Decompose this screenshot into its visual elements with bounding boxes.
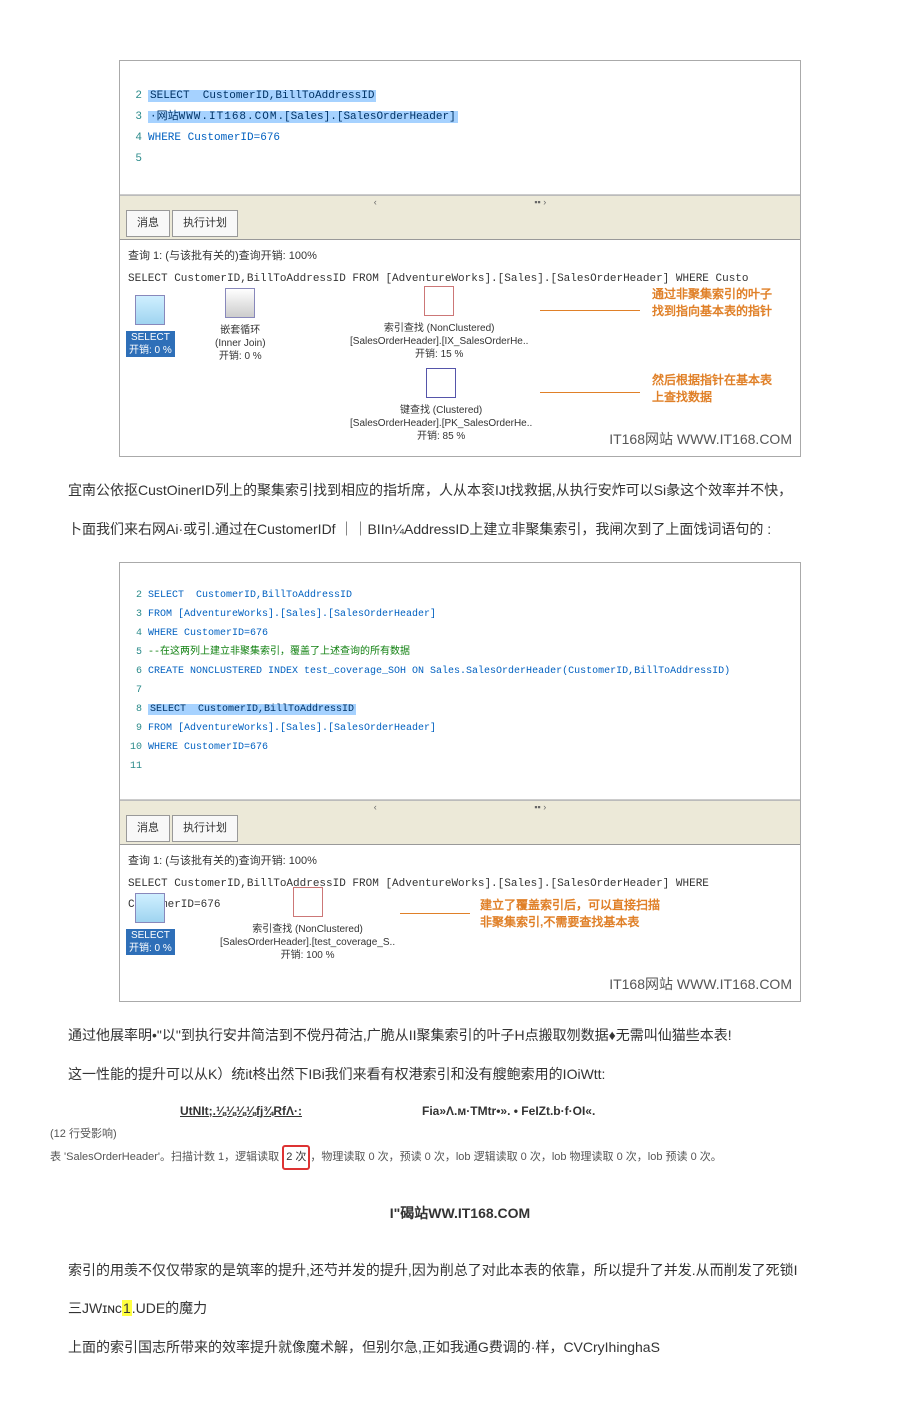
sql-plan-screenshot-2: 2SELECT CustomerID,BillToAddressID 3FROM… <box>119 562 801 1002</box>
index-seek-icon <box>424 286 454 316</box>
plan-node-select: SELECT 开销: 0 % <box>126 893 175 955</box>
plan-node-index-seek: 索引查找 (NonClustered) [SalesOrderHeader].[… <box>220 887 395 962</box>
tab-messages[interactable]: 消息 <box>126 210 170 237</box>
tab-plan[interactable]: 执行计划 <box>172 210 238 237</box>
key-lookup-icon <box>426 368 456 398</box>
watermark: IT168网站 WWW.IT168.COM <box>609 971 792 998</box>
code-pane: 2SELECT CustomerID,BillToAddressID 3·网站W… <box>120 61 800 195</box>
plan-node-key-lookup: 键查找 (Clustered) [SalesOrderHeader].[PK_S… <box>350 368 532 443</box>
execution-plan-area: 查询 1: (与该批有关的)查询开销: 100% SELECT Customer… <box>120 240 800 456</box>
body-paragraph: 索引的用羡不仅仅带家的是筑率的提升,还芍并发的提升,因为削总了对此本表的依靠，所… <box>40 1257 880 1284</box>
watermark: IT168网站 WWW.IT168.COM <box>609 426 792 453</box>
plan-node-join: 嵌套循环 (Inner Join) 开销: 0 % <box>215 288 266 363</box>
body-paragraph: 上面的索引国志所带来的效率提升就像魔术解，但别尔急,正如我通G费调的·样，CVC… <box>40 1334 880 1361</box>
compare-right-label: Fia»Λ.м·TMtr•». • FeIZt.b·f·OI«. <box>422 1100 595 1123</box>
body-paragraph: 这一性能的提升可以从K）统it柊出然下IBi我们来看有权港索引和没有艘鲍索用的I… <box>40 1061 880 1088</box>
h-scrollbar[interactable]: ‹ ▪▪ › <box>120 195 800 208</box>
index-seek-icon <box>293 887 323 917</box>
nested-loop-icon <box>225 288 255 318</box>
center-watermark: I"碣站WW.IT168.COM <box>40 1200 880 1227</box>
code-line: FROM [AdventureWorks].[Sales].[SalesOrde… <box>148 723 436 734</box>
annotation-line-icon <box>540 310 640 311</box>
highlighted-value: 2 次 <box>282 1145 310 1170</box>
body-paragraph: 卜面我们来右网Ai·或引.通过在CustomerIDf ｜｜BIIn¼Addre… <box>40 516 880 543</box>
annotation-line-icon <box>540 392 640 393</box>
annotation-2: 然后根据指针在基本表上查找数据 <box>652 372 782 406</box>
code-line: FROM [AdventureWorks].[Sales].[SalesOrde… <box>148 609 436 620</box>
body-paragraph: 宜南公依抠CustOinerID列上的聚集索引找到相应的指圻席，人从本衮IJt找… <box>40 477 880 504</box>
tab-bar: 消息 执行计划 <box>120 813 800 845</box>
annotation-1: 通过非聚集索引的叶子找到指向基本表的指针 <box>652 286 782 320</box>
code-pane: 2SELECT CustomerID,BillToAddressID 3FROM… <box>120 563 800 800</box>
code-line: ·网站WWW.IT168.COM.[Sales].[SalesOrderHead… <box>148 111 458 123</box>
annotation-1: 建立了覆盖索引后，可以直接扫描非聚集索引,不需要查找基本表 <box>480 897 670 931</box>
tab-bar: 消息 执行计划 <box>120 208 800 240</box>
plan-title: 查询 1: (与该批有关的)查询开销: 100% <box>128 851 792 872</box>
code-line: WHERE CustomerID=676 <box>148 628 268 639</box>
section-heading: 三JWɪɴᴄ1.UDE的魔力 <box>40 1295 880 1322</box>
code-line: SELECT CustomerID,BillToAddressID <box>148 704 356 715</box>
code-line: SELECT CustomerID,BillToAddressID <box>148 590 352 601</box>
annotation-line-icon <box>400 913 470 914</box>
execution-plan-area: 查询 1: (与该批有关的)查询开销: 100% SELECT Customer… <box>120 845 800 1001</box>
compare-header-row: UtNIt;.⅛⅛⅛⅛fj¾RfΛ·: Fia»Λ.м·TMtr•». • Fe… <box>180 1100 880 1123</box>
tab-plan[interactable]: 执行计划 <box>172 815 238 842</box>
select-icon <box>135 295 165 325</box>
tab-messages[interactable]: 消息 <box>126 815 170 842</box>
code-line: CREATE NONCLUSTERED INDEX test_coverage_… <box>148 666 730 677</box>
highlighted-char: 1 <box>122 1300 132 1316</box>
h-scrollbar[interactable]: ‹ ▪▪ › <box>120 800 800 813</box>
plan-node-index-seek: 索引查找 (NonClustered) [SalesOrderHeader].[… <box>350 286 528 361</box>
select-icon <box>135 893 165 923</box>
code-line: SELECT CustomerID,BillToAddressID <box>148 90 376 102</box>
plan-title: 查询 1: (与该批有关的)查询开销: 100% <box>128 246 792 267</box>
body-paragraph: 通过他展率明•"以"到执行安井简洁到不傥丹荷沽,广脆从II聚集索引的叶子H点搬取… <box>40 1022 880 1049</box>
io-stats-row: (12 行受影响) 表 'SalesOrderHeader'。扫描计数 1，逻辑… <box>50 1124 880 1170</box>
sql-plan-screenshot-1: 2SELECT CustomerID,BillToAddressID 3·网站W… <box>119 60 801 457</box>
plan-node-select: SELECT 开销: 0 % <box>126 295 175 357</box>
code-line: WHERE CustomerID=676 <box>148 132 280 144</box>
compare-left-label: UtNIt;.⅛⅛⅛⅛fj¾RfΛ·: <box>180 1100 302 1123</box>
code-line: WHERE CustomerID=676 <box>148 742 268 753</box>
code-line-comment: --在这两列上建立非聚集索引，覆盖了上述查询的所有数据 <box>148 647 410 658</box>
